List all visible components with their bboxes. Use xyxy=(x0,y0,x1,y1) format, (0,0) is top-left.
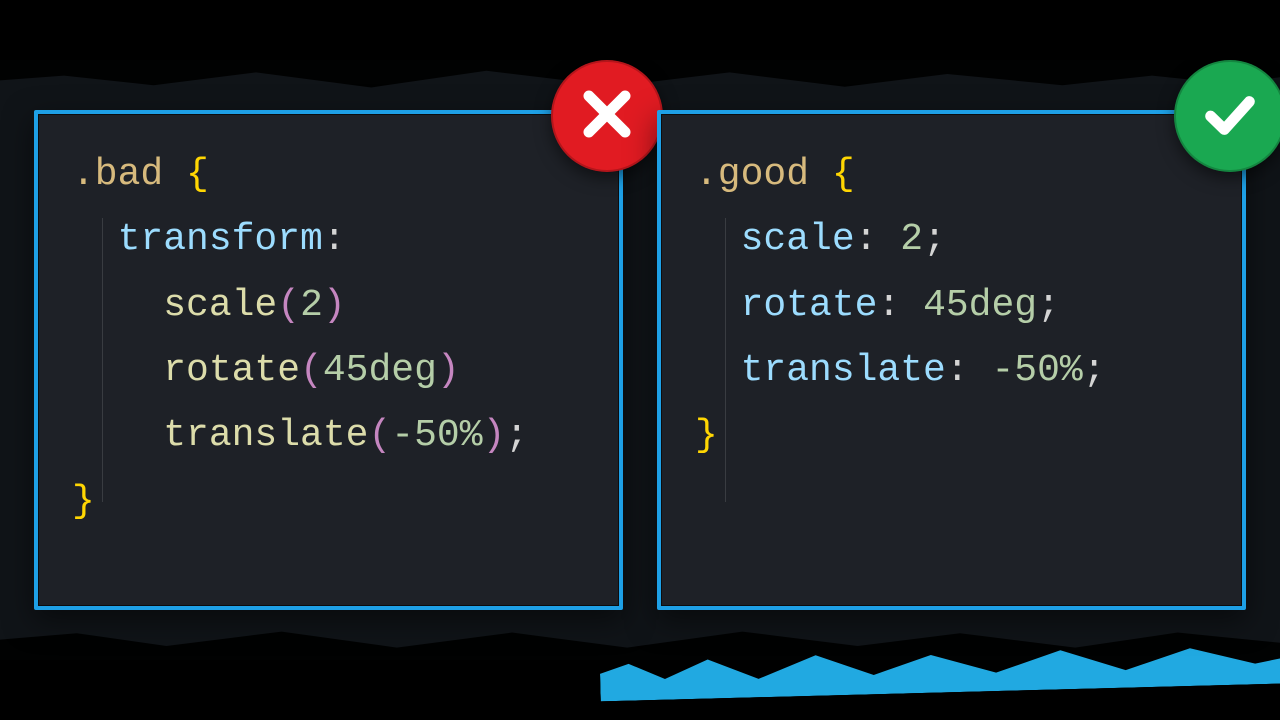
semicolon: ; xyxy=(505,414,528,457)
unit: deg xyxy=(368,349,436,392)
num: 2 xyxy=(900,218,923,261)
paren-open: ( xyxy=(300,349,323,392)
colon: : xyxy=(855,218,878,261)
open-brace: { xyxy=(186,153,209,196)
property-transform: transform xyxy=(118,218,323,261)
num: -50 xyxy=(991,349,1059,392)
stage: .bad { transform: scale(2) rotate(45deg)… xyxy=(0,0,1280,720)
func-scale: scale xyxy=(163,284,277,327)
colon: : xyxy=(946,349,969,392)
num: 2 xyxy=(300,284,323,327)
selector: .bad xyxy=(72,153,163,196)
selector: .good xyxy=(695,153,809,196)
func-rotate: rotate xyxy=(163,349,300,392)
close-brace: } xyxy=(72,480,95,523)
paren-close: ) xyxy=(483,414,506,457)
func-translate: translate xyxy=(163,414,368,457)
property-translate: translate xyxy=(741,349,946,392)
unit: deg xyxy=(969,284,1037,327)
unit: % xyxy=(1060,349,1083,392)
unit: % xyxy=(460,414,483,457)
num: 45 xyxy=(923,284,969,327)
bad-badge xyxy=(551,60,663,172)
close-brace: } xyxy=(695,414,718,457)
semicolon: ; xyxy=(1083,349,1106,392)
semicolon: ; xyxy=(923,218,946,261)
paren-close: ) xyxy=(437,349,460,392)
property-scale: scale xyxy=(741,218,855,261)
paren-open: ( xyxy=(368,414,391,457)
good-badge xyxy=(1174,60,1280,172)
paren-close: ) xyxy=(323,284,346,327)
check-icon xyxy=(1199,83,1261,149)
code-cards-row: .bad { transform: scale(2) rotate(45deg)… xyxy=(34,110,1246,610)
bad-code-card: .bad { transform: scale(2) rotate(45deg)… xyxy=(34,110,623,610)
num: 45 xyxy=(323,349,369,392)
indent-guide xyxy=(102,218,103,502)
property-rotate: rotate xyxy=(741,284,878,327)
semicolon: ; xyxy=(1037,284,1060,327)
open-brace: { xyxy=(832,153,855,196)
good-code-block: .good { scale: 2; rotate: 45deg; transla… xyxy=(695,142,1214,469)
paren-open: ( xyxy=(277,284,300,327)
num: -50 xyxy=(391,414,459,457)
good-code-card: .good { scale: 2; rotate: 45deg; transla… xyxy=(657,110,1246,610)
colon: : xyxy=(877,284,900,327)
cross-icon xyxy=(576,83,638,149)
bad-code-block: .bad { transform: scale(2) rotate(45deg)… xyxy=(72,142,591,534)
colon: : xyxy=(323,218,346,261)
indent-guide xyxy=(725,218,726,502)
